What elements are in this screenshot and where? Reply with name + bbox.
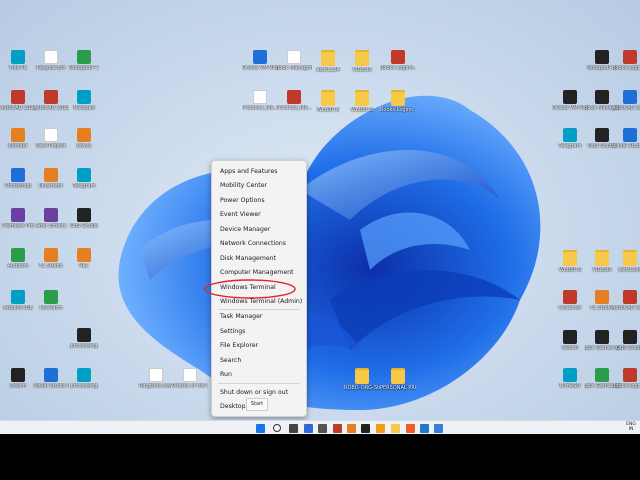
menu-shut-down[interactable]: Shut down or sign out <box>220 389 288 397</box>
menu-search[interactable]: Search <box>220 357 241 365</box>
processing-2-icon[interactable]: processing <box>66 368 102 389</box>
new-project-icon[interactable]: New Project <box>33 128 69 149</box>
autocad-2022-icon[interactable]: AutoCAD 2022 <box>0 90 36 111</box>
brave-icon[interactable]: Brave <box>66 128 102 149</box>
notepad-icon[interactable]: Notepad <box>66 90 102 111</box>
steam-icon[interactable]: Steam <box>552 330 588 351</box>
pirates-icon[interactable]: Pirates of the Caribbean -... <box>172 368 208 389</box>
recycle-bin-icon[interactable]: Recycle Bin <box>33 50 69 71</box>
right-app-13-icon[interactable]: Books Loginn... <box>612 368 640 389</box>
premiere-pro-icon[interactable]: Premiere Pro <box>0 208 36 229</box>
app-icon-3[interactable] <box>361 424 370 433</box>
menu-network-connections[interactable]: Network Connections <box>220 240 286 248</box>
right-folder-3-icon[interactable]: asdf1234 <box>612 250 640 273</box>
menu-separator <box>218 309 300 310</box>
vlc-icon[interactable]: VLC <box>66 248 102 269</box>
desktop[interactable]: This PC Recycle Bin Notepad++ AutoCAD 20… <box>0 0 640 480</box>
task-manager-highlight-circle <box>204 279 296 299</box>
obs-studio-icon[interactable]: OBS Studio <box>66 208 102 229</box>
ccleaner-icon[interactable]: CCleaner <box>552 290 588 311</box>
right-app-5-icon[interactable]: AutoCAD 2023 <box>612 90 640 111</box>
practical-file-icon[interactable]: Practical_file... <box>276 90 312 111</box>
audition-icon[interactable]: Audition <box>0 248 36 269</box>
robo-org-folder-icon[interactable]: ROBO-ORG-Stuff <box>344 368 380 391</box>
menu-computer-management[interactable]: Computer Management <box>220 269 294 277</box>
right-app-11-icon[interactable]: OBS Studio <box>612 330 640 351</box>
book-management-icon[interactable]: Book Management... <box>276 50 312 71</box>
menu-disk-management[interactable]: Disk Management <box>220 255 276 263</box>
store-icon[interactable] <box>420 424 429 433</box>
autocad-2023-icon[interactable]: AutoCAD 2023 <box>33 90 69 111</box>
brave-taskbar-icon[interactable] <box>406 424 415 433</box>
videos-folder-icon[interactable]: VIDEOS <box>344 50 380 73</box>
widgets-icon[interactable] <box>304 424 313 433</box>
folder-icon[interactable]: WEBSITE <box>344 90 380 113</box>
file-explorer-icon[interactable] <box>391 424 400 433</box>
start-icon[interactable] <box>256 424 265 433</box>
blender-icon[interactable]: Blender <box>0 128 36 149</box>
ultraiso-icon[interactable]: UltraISO <box>552 368 588 389</box>
vlc-taskbar-icon[interactable] <box>376 424 385 433</box>
website-folder-icon[interactable]: WEBSITE <box>310 90 346 113</box>
notepad-plus-icon[interactable]: Notepad++ <box>66 50 102 71</box>
terminal-icon[interactable] <box>318 424 327 433</box>
taskbar: ENG IN <box>0 420 640 435</box>
document-icon[interactable]: Practical_file... <box>242 90 278 111</box>
this-pc-icon[interactable]: This PC <box>0 50 36 71</box>
menu-desktop[interactable]: Desktop <box>220 403 246 411</box>
menu-device-manager[interactable]: Device Manager <box>220 226 270 234</box>
books-login-icon[interactable]: Books Loginn... <box>380 50 416 71</box>
after-effects-icon[interactable]: After Effects <box>33 208 69 229</box>
steam-left-icon[interactable]: Steam <box>0 368 36 389</box>
asdf-icon[interactable]: asdf1234 <box>310 50 346 73</box>
folder-2-icon[interactable]: Books Loginn... <box>380 90 416 113</box>
menu-apps-and-features[interactable]: Apps and Features <box>220 168 278 176</box>
menu-task-manager[interactable]: Task Manager <box>220 313 262 321</box>
menu-settings[interactable]: Settings <box>220 328 245 336</box>
menu-run[interactable]: Run <box>220 371 232 379</box>
system-tray[interactable]: ENG IN <box>626 422 636 432</box>
processing-icon[interactable]: processing <box>66 328 102 349</box>
right-app-10-icon[interactable]: AutoCAD 2022 <box>612 290 640 311</box>
start-tooltip: Start <box>246 398 268 411</box>
menu-power-options[interactable]: Power Options <box>220 197 265 205</box>
right-app-6-icon[interactable]: Telegram <box>552 128 588 149</box>
menu-separator-2 <box>218 383 300 384</box>
virtualbox-icon[interactable]: Oracle VM VirtualBox <box>242 50 278 71</box>
app-icon-4[interactable] <box>434 424 443 433</box>
region-indicator: IN <box>628 427 634 432</box>
app-icon-1[interactable] <box>333 424 342 433</box>
right-app-2-icon[interactable]: Books Loginn... <box>612 50 640 71</box>
right-app-3-icon[interactable]: Oracle VM VirtualBox <box>552 90 588 111</box>
pycharm-icon[interactable]: PyCharm <box>33 290 69 311</box>
letterbox-bar <box>0 434 640 480</box>
menu-mobility-center[interactable]: Mobility Center <box>220 182 267 190</box>
task-view-icon[interactable] <box>289 424 298 433</box>
search-icon[interactable] <box>273 424 281 432</box>
telegram-icon[interactable]: Telegram <box>66 168 102 189</box>
ringtone-icon[interactable]: Ringtone.wav <box>138 368 174 389</box>
illustrator-icon[interactable]: Illustrator <box>33 168 69 189</box>
menu-event-viewer[interactable]: Event Viewer <box>220 211 261 219</box>
right-app-8-icon[interactable]: Visual Studio Code <box>612 128 640 149</box>
vscode-icon[interactable]: Visual Studio Code <box>33 368 69 389</box>
right-folder-1-icon[interactable]: WEBSITE <box>552 250 588 273</box>
arduino-icon[interactable]: Arduino IDE <box>0 290 36 311</box>
app-icon-2[interactable] <box>347 424 356 433</box>
photoshop-icon[interactable]: Photoshop <box>0 168 36 189</box>
menu-file-explorer[interactable]: File Explorer <box>220 342 258 350</box>
personal-project-folder-icon[interactable]: PERSONAL PROJECT... <box>380 368 416 391</box>
fl-studio-icon[interactable]: FL Studio <box>33 248 69 269</box>
